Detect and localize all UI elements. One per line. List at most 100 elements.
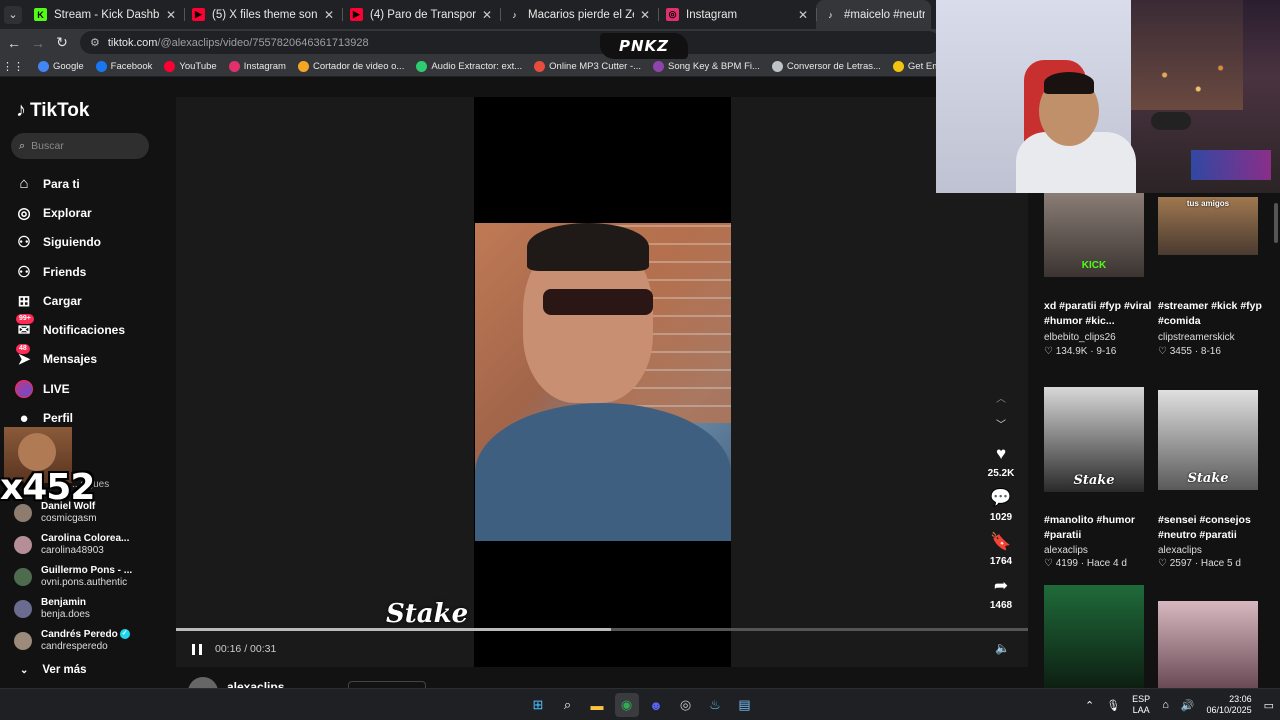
browser-tab[interactable]: ▶ (4) Paro de Transportistas: Policía ✕: [342, 0, 500, 29]
chevron-down-icon[interactable]: ﹀: [985, 413, 1017, 439]
close-icon[interactable]: ✕: [164, 8, 178, 22]
video-thumbnail[interactable]: [1158, 601, 1258, 688]
video-time: 00:16 / 00:31: [215, 643, 277, 655]
account-name: Carolina Colorea...: [41, 533, 171, 545]
video-thumbnail[interactable]: Stake: [1044, 387, 1144, 492]
video-thumbnail[interactable]: [1044, 585, 1144, 688]
search-icon: ⌕: [19, 139, 26, 152]
video-caption[interactable]: #streamer #kick #fyp #comida: [1158, 299, 1268, 329]
browser-tab[interactable]: ♪ #maicelo #neutro #polemica: [816, 0, 931, 29]
video-thumbnail[interactable]: Stake: [1158, 390, 1258, 490]
video-author[interactable]: alexaclips: [1044, 545, 1088, 556]
steam-icon[interactable]: ♨: [703, 693, 727, 717]
reload-button[interactable]: ↻: [50, 34, 74, 51]
network-icon[interactable]: ⌂: [1162, 699, 1169, 711]
share-action[interactable]: ➦ 1468: [985, 575, 1017, 615]
search-icon[interactable]: ⌕: [556, 693, 580, 717]
speaker-icon[interactable]: 🔊: [1181, 699, 1195, 712]
video-thumbnail[interactable]: KICK: [1044, 193, 1144, 277]
nav-label: Para ti: [43, 176, 80, 191]
bookmark-item[interactable]: Facebook: [95, 60, 153, 72]
video-caption[interactable]: #sensei #consejos #neutro #paratii: [1158, 513, 1268, 543]
back-button[interactable]: ←: [2, 35, 26, 51]
following-account[interactable]: Guillermo Pons - ... ovni.pons.authentic: [14, 561, 174, 593]
nav-item-friends[interactable]: ⚇ Friends: [14, 257, 174, 286]
nav-item-mensajes[interactable]: ➤ Mensajes 48: [14, 343, 174, 374]
close-icon[interactable]: ✕: [796, 8, 810, 22]
author-name[interactable]: alexaclips: [227, 680, 284, 688]
tiktok-logo[interactable]: ♪ TikTok: [16, 99, 89, 122]
nav-item-live[interactable]: LIVE: [14, 374, 174, 403]
bookmark-item[interactable]: Cortador de video o...: [297, 60, 404, 72]
chevron-up-icon[interactable]: ︿: [985, 387, 1017, 413]
discord-icon[interactable]: ☻: [644, 693, 668, 717]
bookmark-item[interactable]: Conversor de Letras...: [771, 60, 881, 72]
bookmark-item[interactable]: YouTube: [164, 60, 217, 72]
browser-tab[interactable]: K Stream - Kick Dashboard ✕: [26, 0, 184, 29]
close-icon[interactable]: ✕: [638, 8, 652, 22]
chevron-up-icon[interactable]: ⌃: [1085, 699, 1094, 712]
bookmark-item[interactable]: Instagram: [228, 60, 286, 72]
tab-search-button[interactable]: ⌄: [0, 0, 26, 29]
close-icon[interactable]: ✕: [322, 8, 336, 22]
address-bar[interactable]: ⚙ tiktok.com/@alexaclips/video/755782064…: [80, 31, 940, 54]
browser-tab[interactable]: ▶ (5) X files theme song - YouTube ✕: [184, 0, 342, 29]
browser-tab[interactable]: ◎ Instagram ✕: [658, 0, 816, 29]
bookmark-item[interactable]: Google: [38, 60, 84, 72]
close-icon[interactable]: ✕: [480, 8, 494, 22]
site-info-icon[interactable]: ⚙: [90, 36, 100, 49]
windows-start-icon[interactable]: ⊞: [526, 693, 550, 717]
comment-action[interactable]: 💬 1029: [985, 487, 1017, 527]
video-frame[interactable]: [475, 223, 731, 541]
language-indicator[interactable]: ESP LAA: [1132, 694, 1150, 716]
thumbnail-text: tus amigos: [1186, 199, 1230, 208]
nav-item-siguiendo[interactable]: ⚇ Siguiendo: [14, 228, 174, 257]
author-avatar[interactable]: [188, 677, 218, 688]
see-more-button[interactable]: ⌄ Ver más: [20, 664, 87, 676]
action-count: 1029: [989, 512, 1013, 523]
music-icon: [653, 60, 665, 72]
forward-button[interactable]: →: [26, 35, 50, 51]
obs-icon[interactable]: ◎: [674, 693, 698, 717]
video-author[interactable]: alexaclips: [1158, 545, 1202, 556]
search-input[interactable]: ⌕ Buscar: [11, 133, 149, 159]
nav-item-para-ti[interactable]: ⌂ Para ti: [14, 169, 174, 198]
nav-item-cargar[interactable]: ⊞ Cargar: [14, 286, 174, 315]
scrollbar[interactable]: [1274, 203, 1278, 243]
notification-icon[interactable]: ▭: [1264, 699, 1274, 712]
microphone-icon[interactable]: 🎙: [1106, 699, 1120, 712]
volume-icon[interactable]: 🔈: [995, 641, 1010, 655]
apps-grid-icon[interactable]: ⋮⋮: [0, 60, 26, 73]
nav-item-notificaciones[interactable]: ✉ Notificaciones 99+: [14, 314, 174, 344]
browser-tab[interactable]: ♪ Macarios pierde el Zeinternacional ✕: [500, 0, 658, 29]
separator: ·: [1192, 346, 1201, 357]
video-author[interactable]: elbebito_clips26: [1044, 332, 1116, 343]
following-account[interactable]: Carolina Colorea... carolina48903: [14, 529, 174, 561]
video-author[interactable]: clipstreamerskick: [1158, 332, 1235, 343]
following-account[interactable]: Candrés Peredo ✓ candresperedo: [14, 625, 174, 657]
clock[interactable]: 23:06 06/10/2025: [1207, 694, 1252, 716]
video-caption[interactable]: #manolito #humor #paratii: [1044, 513, 1154, 543]
chrome-icon[interactable]: ◉: [614, 693, 639, 717]
facebook-icon: [95, 60, 107, 72]
video-player[interactable]: [176, 97, 1028, 667]
file-explorer-icon[interactable]: ▬: [585, 693, 609, 717]
likes-count: 4199: [1055, 558, 1078, 569]
video-caption[interactable]: xd #paratii #fyp #viral #humor #kic...: [1044, 299, 1154, 329]
heart-action[interactable]: ♥ 25.2K: [985, 443, 1017, 483]
bookmark-action[interactable]: 🔖 1764: [985, 531, 1017, 571]
compass-icon: ◎: [17, 204, 31, 222]
heart-outline-icon: ♡: [1158, 346, 1170, 357]
pause-icon[interactable]: [192, 643, 202, 655]
notepad-icon[interactable]: ▤: [733, 693, 757, 717]
following-account[interactable]: Benjamin benja.does: [14, 593, 174, 625]
notification-badge: 99+: [16, 314, 34, 325]
bookmark-label: Facebook: [110, 60, 153, 72]
nav-item-explorar[interactable]: ◎ Explorar: [14, 198, 174, 227]
bookmark-item[interactable]: Song Key & BPM Fi...: [653, 60, 760, 72]
follow-button[interactable]: [348, 681, 426, 688]
bookmark-item[interactable]: Online MP3 Cutter -...: [534, 60, 641, 72]
video-thumbnail[interactable]: tus amigos: [1158, 197, 1258, 255]
avatar: [14, 536, 32, 554]
bookmark-item[interactable]: Audio Extractor: ext...: [416, 60, 522, 72]
